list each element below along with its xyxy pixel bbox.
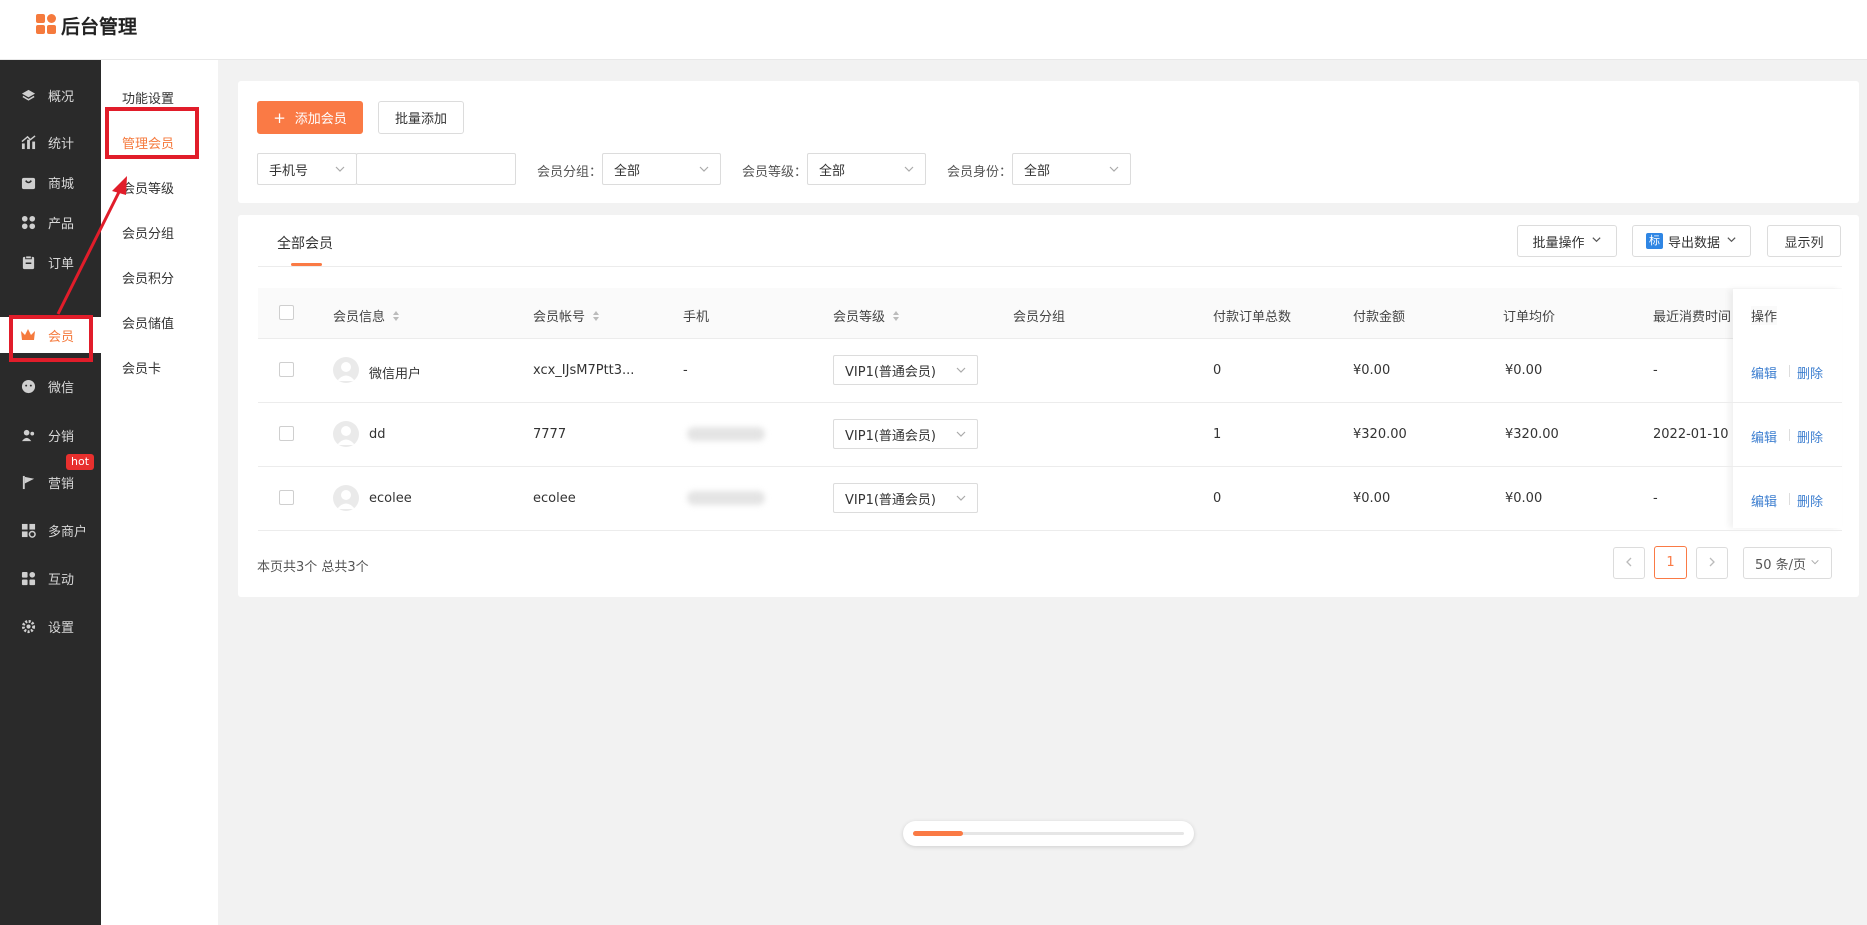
group-filter-label: 会员分组：	[537, 165, 603, 180]
tab-all-members[interactable]: 全部会员	[277, 233, 333, 253]
column-header-last-purchase: 最近消费时间	[1653, 310, 1732, 325]
member-account: ecolee	[533, 491, 576, 506]
row-checkbox[interactable]	[279, 490, 294, 505]
chevron-down-icon	[955, 492, 967, 508]
chevron-down-icon	[1810, 556, 1820, 571]
delete-link[interactable]: 删除	[1797, 427, 1823, 446]
search-type-select[interactable]: 手机号	[257, 153, 357, 185]
column-header-actions: 操作	[1751, 306, 1778, 325]
identity-filter-select[interactable]: 全部	[1012, 153, 1131, 185]
column-header-avg-price: 订单均价	[1503, 310, 1556, 325]
edit-link[interactable]: 编辑	[1751, 363, 1777, 382]
member-level-select[interactable]: VIP1(普通会员)	[833, 419, 978, 449]
row-divider	[258, 466, 1842, 467]
scrollbar-thumb[interactable]	[913, 831, 963, 836]
column-header-level[interactable]: 会员等级	[833, 306, 900, 326]
avg-order-price: ¥0.00	[1505, 491, 1543, 506]
member-name[interactable]: dd	[369, 427, 386, 442]
row-divider	[258, 402, 1842, 403]
chevron-down-icon	[334, 163, 346, 179]
blurred-phone	[687, 491, 765, 505]
member-table-card	[238, 215, 1859, 597]
member-name[interactable]: ecolee	[369, 491, 412, 506]
chevron-right-icon	[1707, 556, 1717, 571]
chevron-down-icon	[955, 364, 967, 380]
order-count: 1	[1213, 427, 1222, 442]
select-all-checkbox[interactable]	[279, 305, 294, 320]
member-level-select[interactable]: VIP1(普通会员)	[833, 483, 978, 513]
prev-page-button[interactable]	[1613, 547, 1645, 579]
chevron-down-icon	[1108, 163, 1120, 179]
avatar	[333, 357, 359, 383]
payment-amount: ¥320.00	[1353, 427, 1407, 442]
edit-link[interactable]: 编辑	[1751, 491, 1777, 510]
payment-amount: ¥0.00	[1353, 363, 1391, 378]
last-purchase-time: -	[1653, 363, 1658, 378]
link-divider	[1789, 493, 1790, 505]
batch-operations-dropdown[interactable]: 批量操作	[1517, 225, 1617, 257]
chevron-down-icon	[903, 163, 915, 179]
payment-amount: ¥0.00	[1353, 491, 1391, 506]
row-divider	[258, 530, 1842, 531]
last-purchase-time: 2022-01-10 1	[1653, 427, 1733, 442]
edit-link[interactable]: 编辑	[1751, 427, 1777, 446]
add-member-button[interactable]: + 添加会员	[257, 101, 363, 134]
blurred-phone	[687, 427, 765, 441]
chevron-left-icon	[1624, 556, 1634, 571]
delete-link[interactable]: 删除	[1797, 363, 1823, 382]
avg-order-price: ¥320.00	[1505, 427, 1559, 442]
column-header-amount: 付款金额	[1353, 310, 1406, 325]
avg-order-price: ¥0.00	[1505, 363, 1543, 378]
horizontal-scrollbar[interactable]	[903, 821, 1194, 846]
chevron-down-icon	[955, 428, 967, 444]
column-header-account[interactable]: 会员帐号	[533, 306, 600, 326]
fixed-actions-column	[1733, 289, 1842, 528]
page-size-select[interactable]: 50 条/页	[1743, 547, 1832, 579]
column-header-phone: 手机	[683, 310, 710, 325]
level-filter-label: 会员等级：	[742, 165, 808, 180]
page-number-button[interactable]: 1	[1654, 546, 1687, 579]
last-purchase-time: -	[1653, 491, 1658, 506]
column-header-order-count: 付款订单总数	[1213, 310, 1292, 325]
link-divider	[1789, 429, 1790, 441]
level-filter-select[interactable]: 全部	[807, 153, 926, 185]
member-phone: -	[683, 363, 688, 378]
tag-icon: 标	[1645, 233, 1663, 249]
search-input[interactable]	[356, 153, 516, 185]
avatar	[333, 485, 359, 511]
tab-divider	[258, 266, 1842, 267]
column-header-member-info[interactable]: 会员信息	[333, 306, 400, 326]
batch-add-button[interactable]: 批量添加	[378, 101, 464, 134]
avatar	[333, 421, 359, 447]
column-header-group: 会员分组	[1013, 310, 1066, 325]
sort-icon[interactable]	[592, 310, 600, 326]
pagination-summary: 本页共3个 总共3个	[257, 560, 369, 575]
group-filter-select[interactable]: 全部	[602, 153, 721, 185]
order-count: 0	[1213, 491, 1222, 506]
chevron-down-icon	[1591, 234, 1602, 249]
member-level-select[interactable]: VIP1(普通会员)	[833, 355, 978, 385]
order-count: 0	[1213, 363, 1222, 378]
link-divider	[1789, 365, 1790, 377]
member-account: xcx_IJsM7Ptt3...	[533, 363, 635, 378]
sort-icon[interactable]	[892, 310, 900, 326]
chevron-down-icon	[1726, 234, 1737, 249]
delete-link[interactable]: 删除	[1797, 491, 1823, 510]
plus-icon: +	[273, 108, 286, 127]
sort-icon[interactable]	[392, 310, 400, 326]
member-name[interactable]: 微信用户	[369, 363, 421, 382]
row-checkbox[interactable]	[279, 426, 294, 441]
next-page-button[interactable]	[1696, 547, 1728, 579]
display-columns-button[interactable]: 显示列	[1767, 225, 1841, 257]
member-account: 7777	[533, 427, 567, 442]
row-checkbox[interactable]	[279, 362, 294, 377]
chevron-down-icon	[698, 163, 710, 179]
export-data-dropdown[interactable]: 标 导出数据	[1632, 225, 1751, 257]
identity-filter-label: 会员身份：	[947, 165, 1013, 180]
